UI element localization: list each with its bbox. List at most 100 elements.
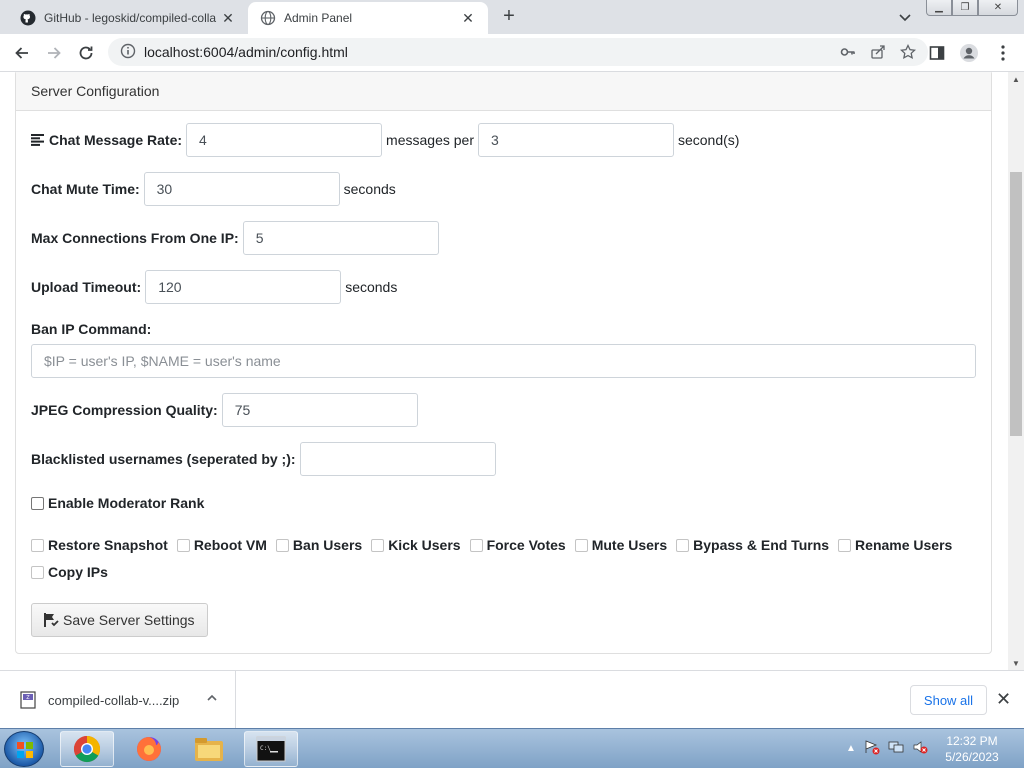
jpeg-quality-label: JPEG Compression Quality: xyxy=(31,402,218,418)
mute-time-row: Chat Mute Time: 30 seconds xyxy=(31,172,396,206)
cmd-taskbar-icon[interactable]: C:\ xyxy=(244,731,298,767)
new-tab-icon[interactable]: + xyxy=(498,6,520,28)
blacklist-row: Blacklisted usernames (seperated by ;): xyxy=(31,442,496,476)
url-text: localhost:6004/admin/config.html xyxy=(144,44,348,60)
github-icon xyxy=(20,10,36,26)
perm-label: Restore Snapshot xyxy=(48,537,168,553)
blacklist-input[interactable] xyxy=(299,442,496,476)
mute-time-label: Chat Mute Time: xyxy=(31,181,140,197)
perm-bypass-turns-checkbox[interactable] xyxy=(676,538,690,552)
window-close-icon[interactable]: ✕ xyxy=(978,0,1018,16)
firefox-taskbar-icon[interactable] xyxy=(122,731,176,767)
system-tray: ▲ xyxy=(846,739,928,758)
server-config-card: Server Configuration Chat Message Rate: … xyxy=(15,72,992,654)
scroll-up-icon[interactable]: ▲ xyxy=(1008,72,1024,86)
info-icon[interactable] xyxy=(120,43,136,62)
side-panel-icon[interactable] xyxy=(926,42,948,64)
download-filename: compiled-collab-v....zip xyxy=(48,692,180,708)
network-icon[interactable] xyxy=(888,739,904,758)
start-button[interactable] xyxy=(4,731,44,767)
chat-rate-row: Chat Message Rate: 4 messages per 3 seco… xyxy=(31,123,739,157)
svg-text:C:\: C:\ xyxy=(260,745,271,752)
action-center-icon[interactable] xyxy=(864,739,880,758)
windows-taskbar: C:\ ▲ 12:32 PM 5/26/2023 xyxy=(0,728,1024,768)
max-conn-input[interactable]: 5 xyxy=(242,221,439,255)
upload-timeout-suffix: seconds xyxy=(345,279,398,295)
share-icon[interactable] xyxy=(870,44,886,63)
card-header: Server Configuration xyxy=(16,72,991,111)
tab-title: GitHub - legoskid/compiled-colla xyxy=(44,11,217,25)
perm-mute-users-checkbox[interactable] xyxy=(574,538,588,552)
perm-label: Mute Users xyxy=(591,537,668,553)
scroll-down-icon[interactable]: ▼ xyxy=(1008,656,1024,670)
mute-time-suffix: seconds xyxy=(343,181,396,197)
chrome-taskbar-icon[interactable] xyxy=(60,731,114,767)
align-left-icon xyxy=(31,134,45,146)
tab-close-icon[interactable]: ✕ xyxy=(460,10,476,27)
chat-rate-count-input[interactable]: 4 xyxy=(186,123,383,157)
address-bar[interactable]: localhost:6004/admin/config.html xyxy=(108,38,928,66)
scroll-thumb[interactable] xyxy=(1010,172,1022,436)
svg-text:Z: Z xyxy=(26,695,30,701)
jpeg-quality-input[interactable]: 75 xyxy=(221,393,418,427)
permissions-row-2: Copy IPs xyxy=(31,564,117,580)
taskbar-clock[interactable]: 12:32 PM 5/26/2023 xyxy=(930,733,1014,765)
chat-rate-suffix: second(s) xyxy=(677,132,740,148)
perm-force-votes-checkbox[interactable] xyxy=(469,538,483,552)
perm-kick-users-checkbox[interactable] xyxy=(371,538,385,552)
download-bar-close-icon[interactable]: ✕ xyxy=(996,689,1011,710)
restore-icon[interactable]: ❐ xyxy=(952,0,978,16)
ban-ip-label: Ban IP Command: xyxy=(31,321,152,337)
perm-restore-snapshot-checkbox[interactable] xyxy=(31,538,44,552)
perm-label: Copy IPs xyxy=(48,564,108,580)
upload-timeout-input[interactable]: 120 xyxy=(145,270,342,304)
ban-ip-row: $IP = user's IP, $NAME = user's name xyxy=(31,344,976,378)
perm-label: Bypass & End Turns xyxy=(693,537,830,553)
tab-admin-panel[interactable]: Admin Panel ✕ xyxy=(248,2,488,34)
perm-ban-users-checkbox[interactable] xyxy=(275,538,289,552)
reload-icon[interactable] xyxy=(74,42,98,64)
tray-expand-icon[interactable]: ▲ xyxy=(846,743,856,754)
profile-icon[interactable] xyxy=(958,42,980,64)
perm-label: Reboot VM xyxy=(193,537,267,553)
star-icon[interactable] xyxy=(899,43,917,63)
window-controls: ▁ ❐ ✕ xyxy=(926,0,1018,16)
chat-rate-label: Chat Message Rate: xyxy=(49,132,183,148)
max-conn-row: Max Connections From One IP: 5 xyxy=(31,221,439,255)
globe-icon xyxy=(260,10,276,26)
save-settings-button[interactable]: Save Server Settings xyxy=(31,603,208,637)
explorer-taskbar-icon[interactable] xyxy=(182,731,236,767)
browser-toolbar: localhost:6004/admin/config.html xyxy=(0,34,1024,72)
tab-close-icon[interactable]: ✕ xyxy=(220,10,236,27)
chevron-down-icon[interactable] xyxy=(896,8,914,26)
tab-github[interactable]: GitHub - legoskid/compiled-colla ✕ xyxy=(8,2,248,34)
save-button-label: Save Server Settings xyxy=(63,612,195,628)
menu-dots-icon[interactable] xyxy=(992,42,1014,64)
page-scrollbar[interactable]: ▲ ▼ xyxy=(1008,72,1024,670)
mute-time-input[interactable]: 30 xyxy=(143,172,340,206)
zip-file-icon: Z xyxy=(20,691,36,709)
forward-arrow-icon[interactable] xyxy=(42,42,66,64)
perm-label: Force Votes xyxy=(486,537,566,553)
volume-muted-icon[interactable] xyxy=(912,739,928,758)
perm-label: Kick Users xyxy=(388,537,461,553)
download-bar: Z compiled-collab-v....zip Show all ✕ xyxy=(0,670,1024,729)
download-item[interactable]: Z compiled-collab-v....zip xyxy=(0,671,236,729)
perm-rename-users-checkbox[interactable] xyxy=(838,538,852,552)
ban-ip-input[interactable]: $IP = user's IP, $NAME = user's name xyxy=(31,344,976,378)
upload-timeout-row: Upload Timeout: 120 seconds xyxy=(31,270,397,304)
show-all-button[interactable]: Show all xyxy=(910,685,987,715)
chat-rate-middle-text: messages per xyxy=(386,132,474,148)
chat-rate-seconds-input[interactable]: 3 xyxy=(477,123,674,157)
permissions-row: Restore Snapshot Reboot VM Ban Users Kic… xyxy=(31,537,961,553)
key-icon[interactable] xyxy=(840,44,856,63)
minimize-icon[interactable]: ▁ xyxy=(926,0,952,16)
back-arrow-icon[interactable] xyxy=(10,42,34,64)
chevron-up-icon[interactable] xyxy=(205,691,219,708)
upload-timeout-label: Upload Timeout: xyxy=(31,279,142,295)
perm-copy-ips-checkbox[interactable] xyxy=(31,565,44,579)
blacklist-label: Blacklisted usernames (seperated by ;): xyxy=(31,451,296,467)
enable-mod-checkbox[interactable] xyxy=(31,496,44,510)
perm-reboot-vm-checkbox[interactable] xyxy=(176,538,190,552)
clock-date: 5/26/2023 xyxy=(945,750,999,764)
